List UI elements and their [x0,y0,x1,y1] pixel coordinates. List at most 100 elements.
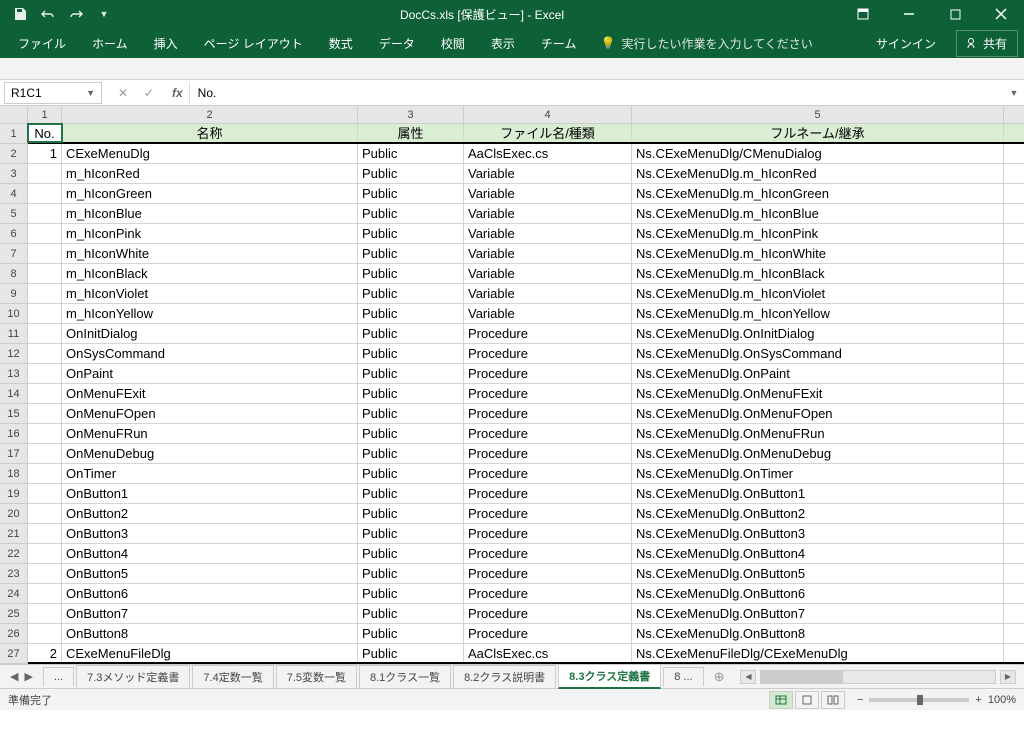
cell[interactable]: m_hIconViolet [62,284,358,303]
cell[interactable]: Variable [464,164,632,183]
cell[interactable]: Public [358,384,464,403]
cell[interactable] [28,464,62,483]
cell[interactable]: OnMenuFOpen [62,404,358,423]
row-header-2[interactable]: 2 [0,144,27,164]
cell[interactable]: Variable [464,184,632,203]
row-header-11[interactable]: 11 [0,324,27,344]
sheet-tab-7-3[interactable]: 7.3メソッド定義書 [76,665,190,688]
row-header-27[interactable]: 27 [0,644,27,664]
cell[interactable] [28,404,62,423]
cell[interactable] [28,624,62,643]
cell[interactable]: Variable [464,204,632,223]
row-header-23[interactable]: 23 [0,564,27,584]
formula-expand-icon[interactable]: ▼ [1004,88,1024,98]
cell[interactable]: Ns.CExeMenuDlg.m_hIconGreen [632,184,1004,203]
cell[interactable]: m_hIconBlack [62,264,358,283]
row-header-10[interactable]: 10 [0,304,27,324]
cell[interactable]: Ns.CExeMenuDlg.OnPaint [632,364,1004,383]
insert-function-button[interactable]: fx [166,86,189,100]
row-header-1[interactable]: 1 [0,124,27,144]
cell[interactable]: Procedure [464,564,632,583]
add-sheet-button[interactable]: ⊕ [706,669,733,685]
cell[interactable]: m_hIconRed [62,164,358,183]
cell[interactable]: Ns.CExeMenuDlg.OnButton2 [632,504,1004,523]
save-button[interactable] [8,3,32,25]
share-button[interactable]: 共有 [956,30,1018,57]
cell[interactable] [28,484,62,503]
cell-header-no[interactable]: No. [28,124,62,142]
row-header-20[interactable]: 20 [0,504,27,524]
view-page-layout[interactable] [795,691,819,709]
col-header-5[interactable]: 5 [632,106,1004,123]
tab-file[interactable]: ファイル [6,29,78,58]
row-header-3[interactable]: 3 [0,164,27,184]
enter-formula-button[interactable]: ✓ [140,86,158,100]
cell[interactable]: Procedure [464,424,632,443]
cell[interactable]: Procedure [464,324,632,343]
cell[interactable]: OnButton2 [62,504,358,523]
zoom-level[interactable]: 100% [988,694,1016,706]
cell[interactable]: Ns.CExeMenuDlg.OnSysCommand [632,344,1004,363]
cell[interactable]: Public [358,564,464,583]
cell[interactable]: Public [358,644,464,662]
row-header-13[interactable]: 13 [0,364,27,384]
cell[interactable]: Procedure [464,544,632,563]
cell[interactable]: Ns.CExeMenuDlg.OnMenuFOpen [632,404,1004,423]
col-header-1[interactable]: 1 [28,106,62,123]
cell[interactable] [28,564,62,583]
cell[interactable]: Ns.CExeMenuDlg.OnMenuDebug [632,444,1004,463]
cell[interactable]: Ns.CExeMenuDlg.OnMenuFRun [632,424,1004,443]
cell[interactable]: Public [358,424,464,443]
cell[interactable]: Variable [464,244,632,263]
cell[interactable]: Public [358,544,464,563]
cell[interactable]: OnButton6 [62,584,358,603]
cell[interactable]: m_hIconBlue [62,204,358,223]
cell-header-name[interactable]: 名称 [62,124,358,142]
cell-header-file[interactable]: ファイル名/種類 [464,124,632,142]
cell[interactable]: OnMenuDebug [62,444,358,463]
name-box-dropdown-icon[interactable]: ▼ [86,88,95,98]
col-header-2[interactable]: 2 [62,106,358,123]
cell[interactable]: OnButton8 [62,624,358,643]
cell[interactable]: Ns.CExeMenuDlg.OnButton7 [632,604,1004,623]
cell[interactable]: OnButton4 [62,544,358,563]
cell[interactable]: Variable [464,284,632,303]
cell[interactable]: Public [358,484,464,503]
row-header-5[interactable]: 5 [0,204,27,224]
cell[interactable]: Ns.CExeMenuDlg.OnTimer [632,464,1004,483]
undo-button[interactable] [36,3,60,25]
row-header-15[interactable]: 15 [0,404,27,424]
cell[interactable]: Procedure [464,504,632,523]
zoom-slider[interactable] [869,698,969,702]
cell[interactable]: m_hIconYellow [62,304,358,323]
cell[interactable]: Procedure [464,404,632,423]
tab-layout[interactable]: ページ レイアウト [192,29,315,58]
sheet-tab-7-5[interactable]: 7.5変数一覧 [276,665,357,688]
cell[interactable]: AaClsExec.cs [464,144,632,163]
cell[interactable]: OnButton1 [62,484,358,503]
cell[interactable] [28,604,62,623]
cell[interactable]: OnPaint [62,364,358,383]
cell[interactable]: Public [358,524,464,543]
cell[interactable] [28,504,62,523]
cell[interactable]: Procedure [464,464,632,483]
redo-button[interactable] [64,3,88,25]
sheet-nav-prev[interactable]: ◀ [10,670,18,683]
cell[interactable]: Public [358,144,464,163]
cell[interactable]: Procedure [464,384,632,403]
cell[interactable]: CExeMenuFileDlg [62,644,358,662]
cell[interactable] [28,544,62,563]
sheet-nav-next[interactable]: ▶ [24,670,32,683]
row-header-26[interactable]: 26 [0,624,27,644]
cell[interactable]: AaClsExec.cs [464,644,632,662]
cell[interactable]: Ns.CExeMenuDlg.m_hIconPink [632,224,1004,243]
tab-insert[interactable]: 挿入 [142,29,190,58]
cell[interactable]: Ns.CExeMenuDlg.OnButton8 [632,624,1004,643]
cell[interactable]: Public [358,344,464,363]
row-header-25[interactable]: 25 [0,604,27,624]
formula-input[interactable]: No. [189,82,1004,104]
cell[interactable]: Public [358,404,464,423]
cells-area[interactable]: No. 名称 属性 ファイル名/種類 フルネーム/継承 1CExeMenuDlg… [28,124,1024,664]
row-header-8[interactable]: 8 [0,264,27,284]
cell[interactable]: Ns.CExeMenuDlg.m_hIconWhite [632,244,1004,263]
